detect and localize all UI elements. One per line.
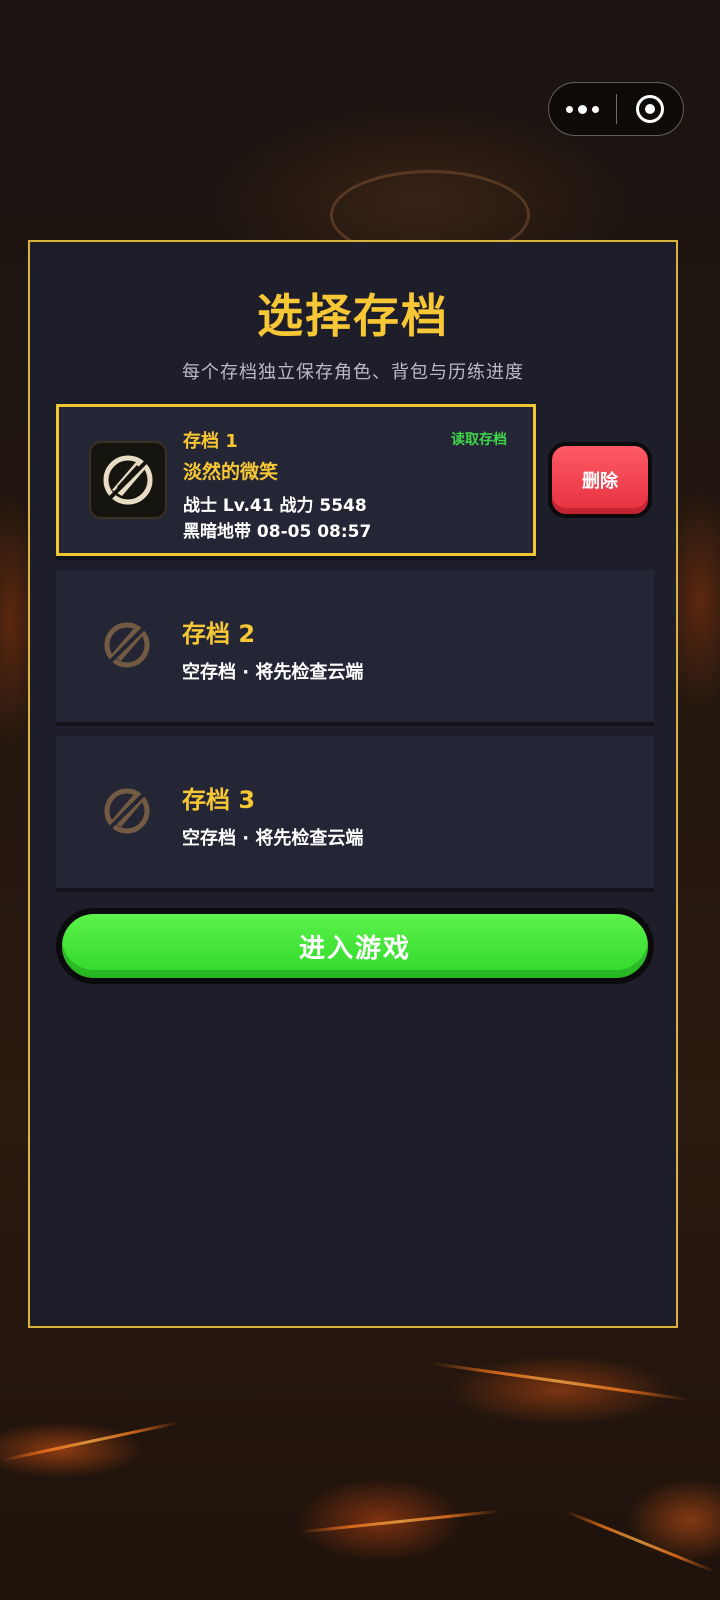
save-select-panel: 选择存档 每个存档独立保存角色、背包与历练进度 存档 1 读取存档 淡然的微笑 … — [28, 240, 678, 1328]
character-location-time: 黑暗地带 08-05 08:57 — [183, 522, 372, 542]
delete-button[interactable]: 删除 — [548, 442, 652, 518]
enter-game-button[interactable]: 进入游戏 — [56, 908, 654, 984]
slot-title: 存档 1 — [183, 431, 238, 452]
load-save-label[interactable]: 读取存档 — [451, 429, 507, 449]
more-dots-icon[interactable] — [549, 83, 616, 135]
mini-program-capsule — [548, 82, 684, 136]
empty-slot-status: 空存档 · 将先检查云端 — [182, 828, 364, 849]
slot-title: 存档 2 — [182, 620, 256, 648]
empty-slot-status: 空存档 · 将先检查云端 — [182, 662, 364, 683]
page-title: 选择存档 — [257, 289, 449, 343]
slashed-scroll-icon — [89, 441, 167, 519]
slashed-scroll-icon — [88, 606, 166, 684]
character-name: 淡然的微笑 — [183, 461, 279, 483]
slashed-scroll-icon — [88, 772, 166, 850]
slot-title: 存档 3 — [182, 786, 256, 814]
save-slot-1[interactable]: 存档 1 读取存档 淡然的微笑 战士 Lv.41 战力 5548 黑暗地带 08… — [56, 404, 536, 556]
character-stats: 战士 Lv.41 战力 5548 — [183, 496, 367, 516]
target-circle-icon[interactable] — [617, 83, 683, 135]
save-slot-2[interactable]: 存档 2 空存档 · 将先检查云端 — [56, 570, 654, 722]
save-slot-3[interactable]: 存档 3 空存档 · 将先检查云端 — [56, 736, 654, 888]
page-subtitle: 每个存档独立保存角色、背包与历练进度 — [182, 362, 524, 383]
